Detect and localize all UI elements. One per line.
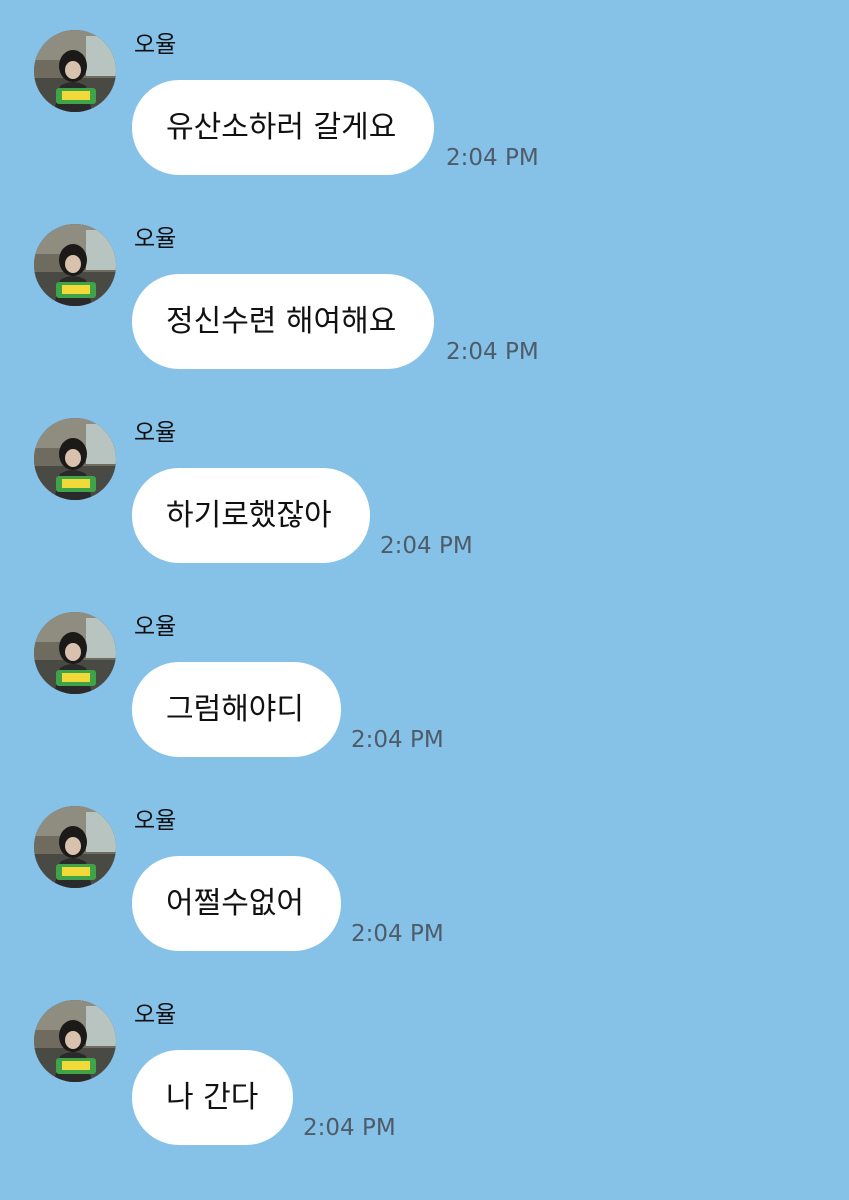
message-bubble[interactable]: 유산소하러 갈게요 xyxy=(132,80,434,175)
sender-name: 오율 xyxy=(134,32,177,58)
message-text: 하기로했잖아 xyxy=(166,497,332,533)
message-bubble[interactable]: 어쩔수없어 xyxy=(132,856,341,951)
profile-photo-icon xyxy=(34,224,116,306)
message-text: 나 간다 xyxy=(166,1079,259,1115)
sender-name: 오율 xyxy=(134,420,177,446)
chat-message: 오율 어쩔수없어 2:04 PM xyxy=(0,776,849,970)
message-timestamp: 2:04 PM xyxy=(446,339,539,365)
chat-message-list: 오율 유산소하러 갈게요 2:04 PM 오율 정신수련 해여해요 2:04 P… xyxy=(0,0,849,1200)
avatar[interactable] xyxy=(34,224,116,306)
message-timestamp: 2:04 PM xyxy=(380,533,473,559)
chat-message: 오율 정신수련 해여해요 2:04 PM xyxy=(0,194,849,388)
avatar[interactable] xyxy=(34,1000,116,1082)
sender-name: 오율 xyxy=(134,226,177,252)
message-timestamp: 2:04 PM xyxy=(446,145,539,171)
chat-message: 오율 나 간다 2:04 PM xyxy=(0,970,849,1164)
message-text: 유산소하러 갈게요 xyxy=(166,109,397,145)
profile-photo-icon xyxy=(34,612,116,694)
chat-message: 오율 하기로했잖아 2:04 PM xyxy=(0,388,849,582)
sender-name: 오율 xyxy=(134,808,177,834)
profile-photo-icon xyxy=(34,30,116,112)
sender-name: 오율 xyxy=(134,614,177,640)
sender-name: 오율 xyxy=(134,1002,177,1028)
avatar[interactable] xyxy=(34,806,116,888)
message-text: 그럼해야디 xyxy=(166,691,304,727)
message-bubble[interactable]: 하기로했잖아 xyxy=(132,468,370,563)
message-timestamp: 2:04 PM xyxy=(303,1115,396,1141)
message-text: 정신수련 해여해요 xyxy=(166,303,397,339)
chat-message: 오율 유산소하러 갈게요 2:04 PM xyxy=(0,0,849,194)
avatar[interactable] xyxy=(34,30,116,112)
avatar[interactable] xyxy=(34,418,116,500)
message-bubble[interactable]: 정신수련 해여해요 xyxy=(132,274,434,369)
profile-photo-icon xyxy=(34,1000,116,1082)
avatar[interactable] xyxy=(34,612,116,694)
message-bubble[interactable]: 그럼해야디 xyxy=(132,662,341,757)
chat-message: 오율 그럼해야디 2:04 PM xyxy=(0,582,849,776)
message-text: 어쩔수없어 xyxy=(166,885,304,921)
profile-photo-icon xyxy=(34,806,116,888)
message-timestamp: 2:04 PM xyxy=(351,727,444,753)
message-bubble[interactable]: 나 간다 xyxy=(132,1050,293,1145)
profile-photo-icon xyxy=(34,418,116,500)
message-timestamp: 2:04 PM xyxy=(351,921,444,947)
